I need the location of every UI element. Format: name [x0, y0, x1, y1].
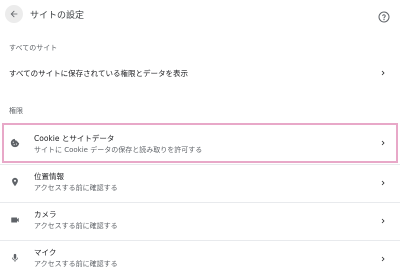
permission-item-camera[interactable]: カメラ アクセスする前に確認する [0, 203, 400, 239]
permissions-section-label: 権限 [9, 107, 23, 115]
location-pin-icon [12, 177, 18, 187]
chevron-right-icon [381, 70, 385, 76]
chevron-right-icon [381, 256, 385, 262]
all-sites-row-label: すべてのサイトに保存されている権限とデータを表示 [9, 69, 188, 78]
all-sites-row[interactable]: すべてのサイトに保存されている権限とデータを表示 [0, 60, 400, 86]
permission-item-title: カメラ [34, 210, 57, 219]
page-title: サイトの設定 [30, 11, 85, 21]
permission-item-location[interactable]: 位置情報 アクセスする前に確認する [0, 165, 400, 201]
permission-item-subtitle: アクセスする前に確認する [34, 184, 118, 192]
help-button[interactable] [378, 8, 390, 23]
all-sites-section-label: すべてのサイト [9, 44, 58, 52]
page-header: サイトの設定 [0, 0, 400, 32]
camera-icon [11, 217, 19, 223]
permission-item-title: 位置情報 [34, 172, 64, 181]
permission-item-subtitle: アクセスする前に確認する [34, 222, 118, 230]
back-button[interactable] [5, 5, 23, 23]
permission-item-title: マイク [34, 248, 57, 257]
arrow-left-icon [10, 10, 18, 18]
help-circle-icon [378, 11, 390, 23]
microphone-icon [12, 253, 18, 262]
highlight-frame [2, 123, 398, 163]
chevron-right-icon [381, 218, 385, 224]
permission-item-microphone[interactable]: マイク アクセスする前に確認する [0, 241, 400, 275]
chevron-right-icon [381, 180, 385, 186]
permission-item-subtitle: アクセスする前に確認する [34, 260, 118, 268]
